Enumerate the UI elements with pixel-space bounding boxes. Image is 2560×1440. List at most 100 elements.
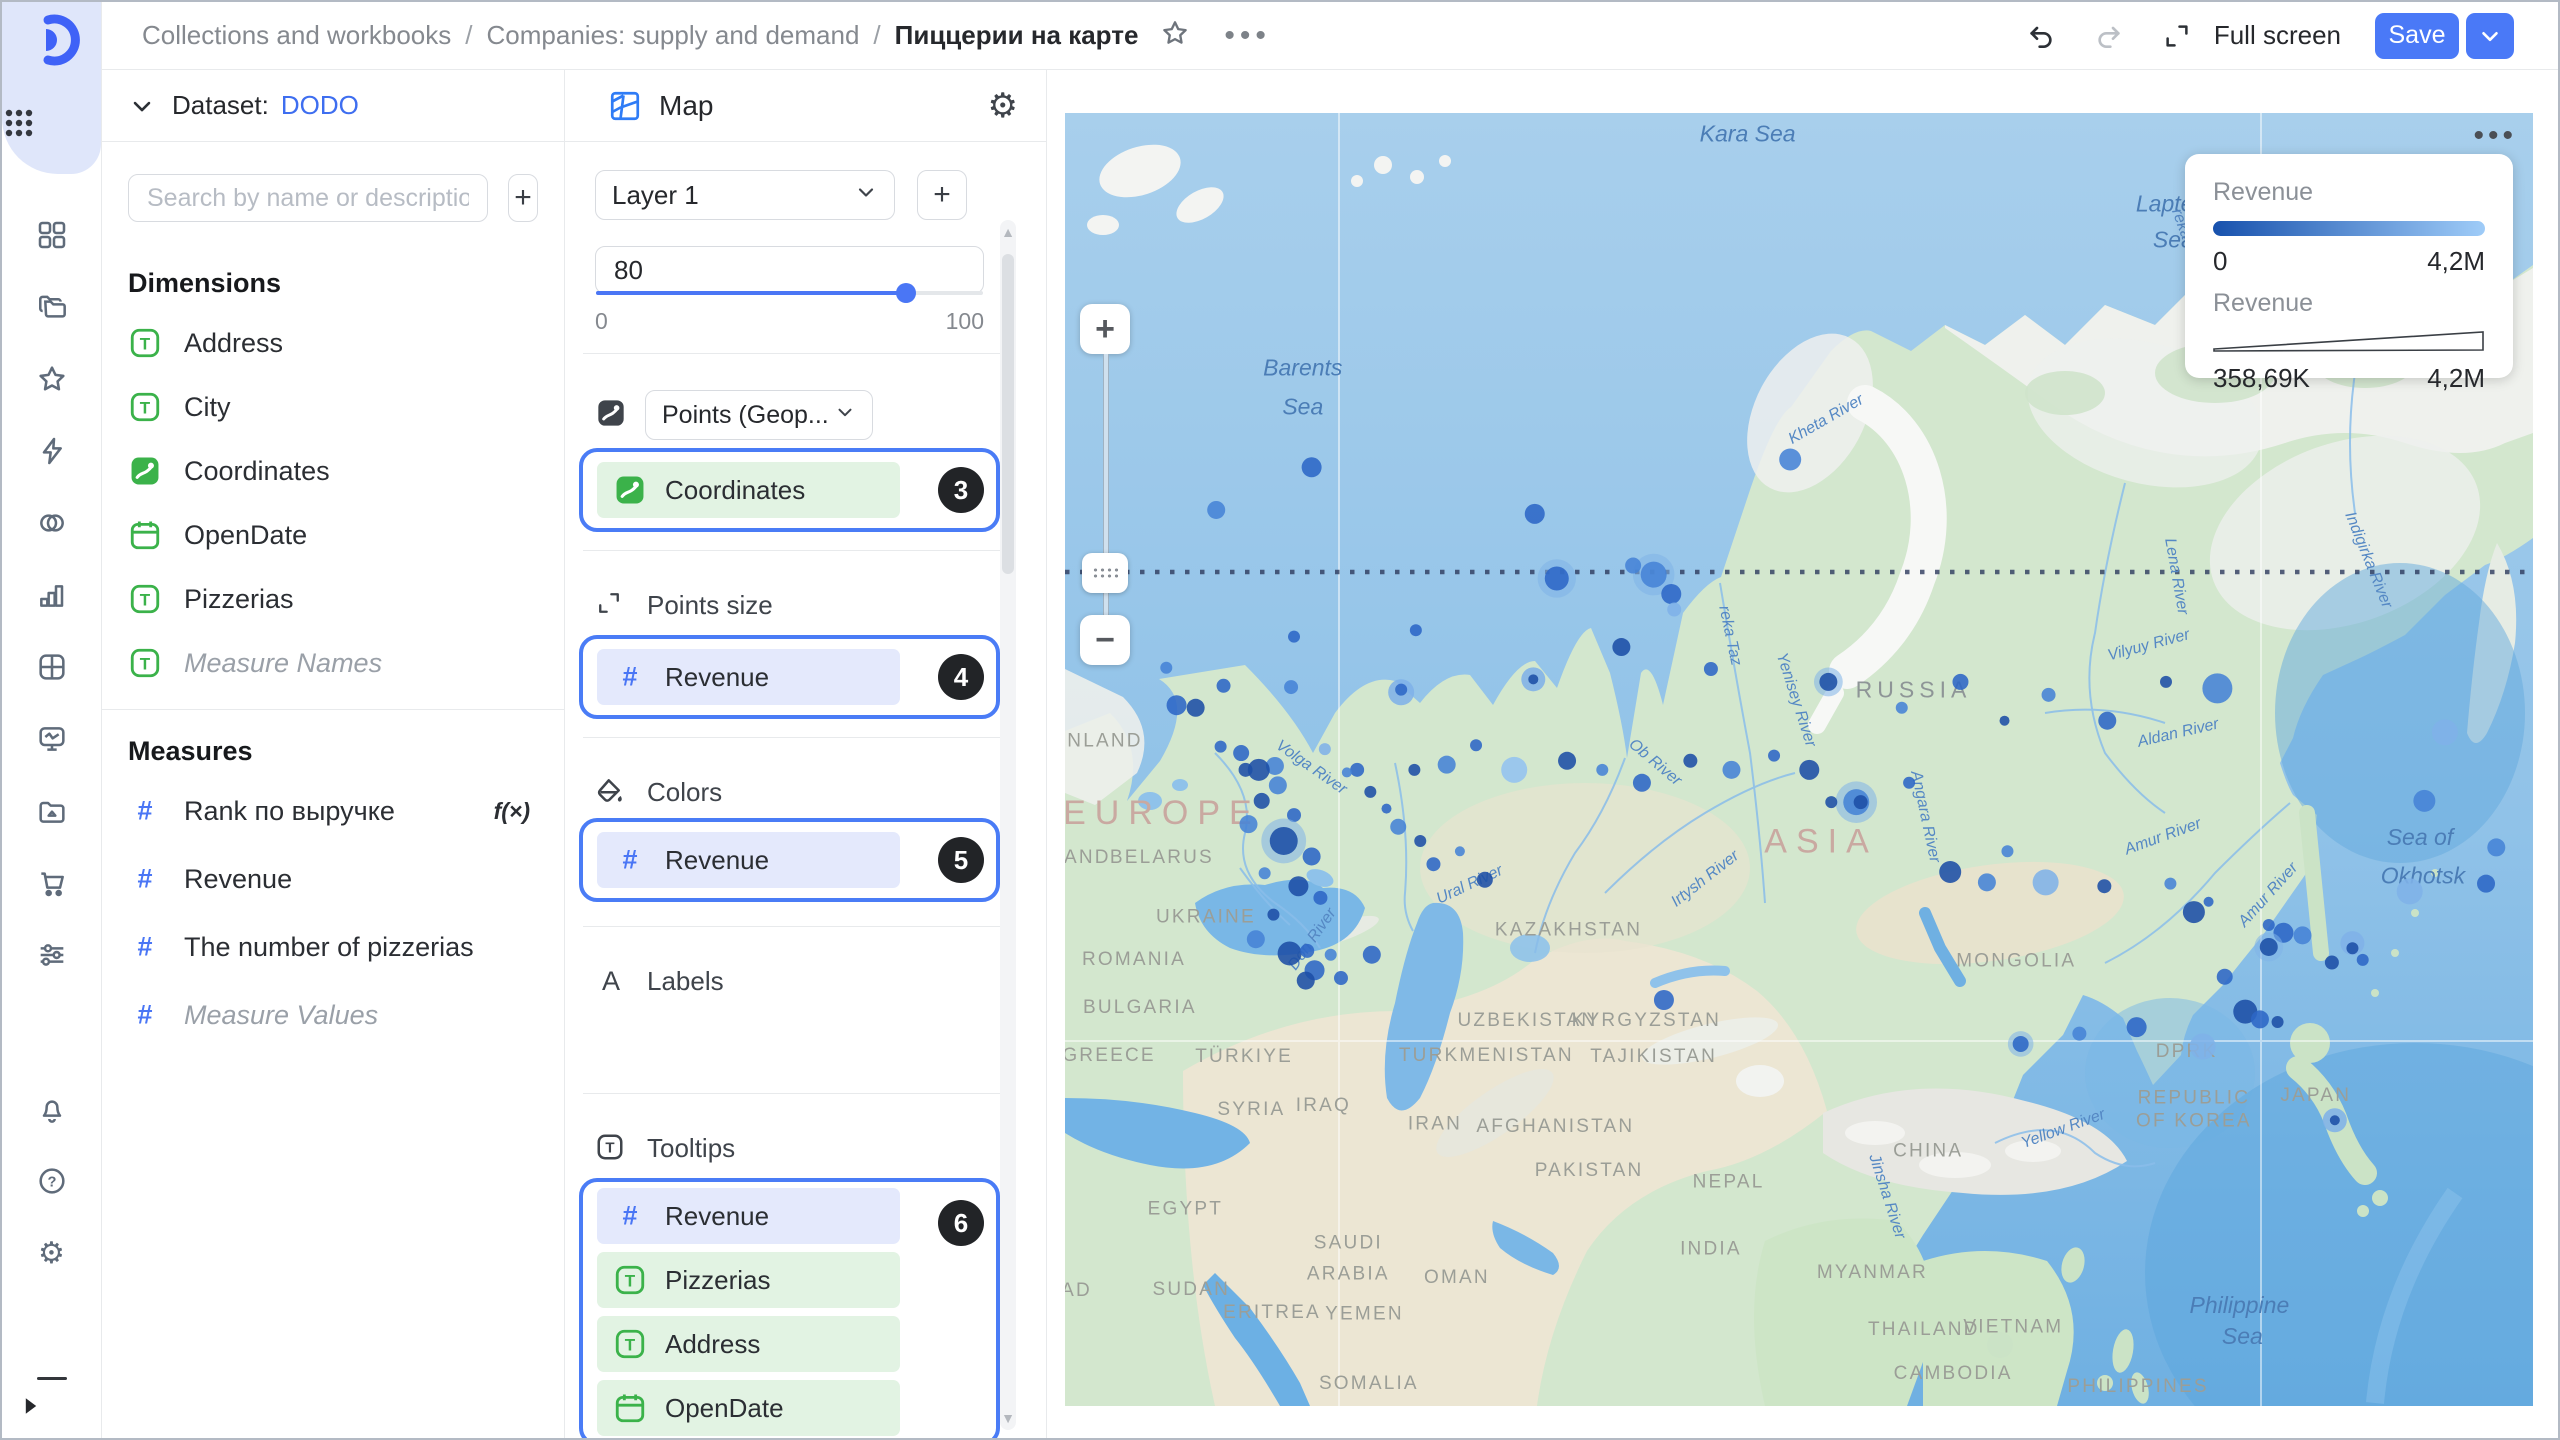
field-item-city[interactable]: T City (128, 385, 538, 429)
star-icon[interactable] (1160, 18, 1190, 53)
gallery-icon[interactable] (35, 794, 69, 828)
chip-pizzerias[interactable]: T Pizzerias (597, 1252, 900, 1308)
map-data-point (2001, 845, 2014, 858)
divider (583, 1093, 1014, 1094)
legend-size-title: Revenue (2213, 289, 2314, 317)
map-label: TURKMENISTAN (1399, 1045, 1574, 1066)
collections-icon[interactable] (35, 290, 69, 324)
services-icon[interactable] (35, 938, 69, 972)
apps-grid-icon[interactable] (2, 106, 36, 140)
field-item-coordinates[interactable]: Coordinates (128, 449, 538, 493)
chip-coordinates[interactable]: Coordinates (597, 462, 900, 518)
dataset-name-link[interactable]: DODO (281, 90, 359, 121)
map-data-point (1381, 803, 1392, 814)
collapse-icon[interactable] (18, 1393, 44, 1424)
map-label: CAMBODIA (1894, 1363, 2013, 1384)
breadcrumb-item-1[interactable]: Companies: supply and demand (487, 20, 860, 51)
undo-icon[interactable] (2024, 19, 2058, 53)
add-layer-button[interactable]: + (917, 170, 967, 220)
map-chart-icon[interactable] (607, 88, 643, 124)
layer-opacity-input[interactable]: 80 (595, 246, 984, 303)
breadcrumb-item-2[interactable]: Пиццерии на карте (895, 20, 1139, 51)
field-item-address[interactable]: T Address (128, 321, 538, 365)
scroll-down-icon[interactable]: ▼ (1000, 1410, 1016, 1426)
save-button[interactable]: Save (2375, 12, 2459, 59)
map-data-point (1454, 846, 1465, 857)
fullscreen-label[interactable]: Full screen (2214, 20, 2341, 51)
geopoint-type-select[interactable]: Points (Geop... (645, 390, 873, 440)
config-scrollbar[interactable]: ▲ ▼ (1000, 220, 1016, 1430)
help-icon[interactable]: ? (35, 1164, 69, 1198)
chart-settings-gear-icon[interactable]: ⚙ (988, 89, 1018, 123)
tooltips-dropzone[interactable]: # Revenue T Pizzerias T Address OpenDate 6 (579, 1178, 1000, 1438)
field-item-opendate[interactable]: OpenDate (128, 513, 538, 557)
field-item-the-number-of-pizzerias[interactable]: # The number of pizzerias (128, 925, 538, 969)
add-field-button[interactable]: + (508, 174, 538, 222)
scroll-up-icon[interactable]: ▲ (1000, 224, 1016, 240)
geopoints-dropzone[interactable]: Coordinates 3 (579, 448, 1000, 532)
search-input[interactable] (128, 174, 488, 222)
chip-revenue[interactable]: # Revenue (597, 649, 900, 705)
chip-address[interactable]: T Address (597, 1316, 900, 1372)
map-data-point (1558, 751, 1577, 770)
dataset-header[interactable]: Dataset: DODO (102, 70, 564, 142)
settings-icon[interactable]: ⚙ (35, 1236, 69, 1270)
map-data-point (1267, 908, 1280, 921)
map-data-point (1999, 715, 2010, 726)
map-data-point (2164, 877, 2177, 890)
map-options-ellipsis-icon[interactable]: ••• (2473, 119, 2517, 153)
chip-opendate[interactable]: OpenDate (597, 1380, 900, 1436)
rail-resize-handle[interactable] (36, 1377, 67, 1380)
redo-icon[interactable] (2092, 19, 2126, 53)
field-item-measure-values[interactable]: # Measure Values (128, 993, 538, 1037)
tooltips-icon: T (595, 1132, 627, 1164)
map-label: IRAQ (1296, 1095, 1351, 1116)
quick-actions-icon[interactable] (35, 434, 69, 468)
opacity-slider-knob[interactable] (895, 283, 916, 303)
charts-icon[interactable] (35, 578, 69, 612)
scrollbar-thumb[interactable] (1002, 254, 1014, 574)
favorites-icon[interactable] (35, 362, 69, 396)
ellipsis-icon[interactable]: ••• (1224, 19, 1271, 53)
field-item-rank-[interactable]: # Rank по выручке f(×) (128, 789, 538, 833)
field-item-measure-names[interactable]: T Measure Names (128, 641, 538, 685)
chip-revenue[interactable]: # Revenue (597, 832, 900, 888)
map-canvas[interactable]: FINLANDEUROPEASIARUSSIAPOLANDBELARUSUKRA… (1065, 113, 2533, 1406)
connections-icon[interactable] (35, 506, 69, 540)
field-item-pizzerias[interactable]: T Pizzerias (128, 577, 538, 621)
field-item-revenue[interactable]: # Revenue (128, 857, 538, 901)
save-options-button[interactable] (2466, 12, 2514, 59)
map-label: TÜRKIYE (1195, 1046, 1293, 1067)
chevron-down-icon (854, 180, 878, 211)
map-label: VIETNAM (1963, 1316, 2063, 1337)
map-label: OF KOREA (2136, 1111, 2252, 1132)
notifications-icon[interactable] (35, 1092, 69, 1126)
breadcrumb: Collections and workbooks / Companies: sup… (142, 20, 1138, 51)
map-data-point (2250, 1010, 2269, 1029)
map-data-point (2182, 901, 2205, 924)
map-label: Sea of (2387, 824, 2456, 850)
datalens-logo-icon[interactable] (24, 12, 80, 68)
svg-text:#: # (623, 662, 638, 692)
map-data-point (1214, 740, 1227, 753)
map-data-point (1300, 943, 1315, 958)
zoom-out-button[interactable]: − (1080, 615, 1130, 665)
fullscreen-icon[interactable] (2160, 19, 2194, 53)
monitoring-icon[interactable] (35, 722, 69, 756)
chip-revenue[interactable]: # Revenue (597, 1188, 900, 1244)
colors-dropzone[interactable]: # Revenue 5 (579, 818, 1000, 902)
map-data-point (1333, 971, 1348, 986)
breadcrumb-item-0[interactable]: Collections and workbooks (142, 20, 451, 51)
datasets-icon[interactable] (35, 650, 69, 684)
divider (583, 353, 1014, 354)
marketplace-icon[interactable] (35, 866, 69, 900)
points-size-dropzone[interactable]: # Revenue 4 (579, 635, 1000, 719)
zoom-slider-handle[interactable] (1082, 553, 1128, 593)
zoom-in-button[interactable]: + (1080, 304, 1130, 354)
dashboards-icon[interactable] (35, 218, 69, 252)
legend-size-max: 4,2M (2427, 363, 2485, 393)
map-data-point (2189, 1033, 2216, 1060)
map-data-point (2396, 878, 2423, 905)
layer-select[interactable]: Layer 1 (595, 170, 895, 220)
points-size-icon (595, 589, 627, 621)
